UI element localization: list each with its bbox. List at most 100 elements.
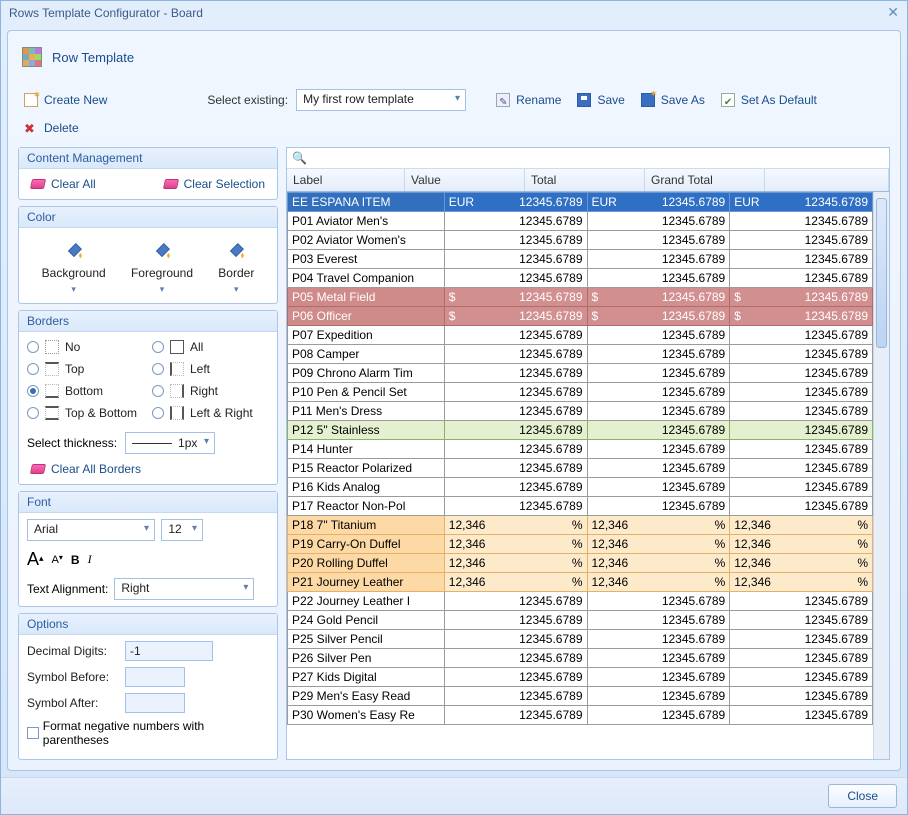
thickness-value: 1px: [178, 436, 197, 450]
border-no-radio[interactable]: No: [27, 340, 144, 354]
set-default-button[interactable]: Set As Default: [717, 91, 821, 109]
create-new-button[interactable]: Create New: [20, 91, 111, 109]
border-left-icon: [170, 362, 184, 376]
paint-bucket-icon: [62, 240, 86, 262]
border-right-label: Right: [190, 384, 218, 398]
content-area: Row Template Create New Select existing:…: [7, 30, 901, 771]
clear-all-button[interactable]: Clear All: [27, 175, 100, 193]
table-row[interactable]: P02 Aviator Women's12345.678912345.67891…: [288, 231, 873, 250]
text-alignment-select[interactable]: Right: [114, 578, 254, 600]
foreground-color-label: Foreground: [131, 266, 193, 280]
table-row[interactable]: P29 Men's Easy Read12345.678912345.67891…: [288, 687, 873, 706]
table-row[interactable]: P26 Silver Pen12345.678912345.678912345.…: [288, 649, 873, 668]
table-row[interactable]: P20 Rolling Duffel12,346%12,346%12,346%: [288, 554, 873, 573]
text-alignment-value: Right: [121, 581, 149, 595]
border-left-right-icon: [170, 406, 184, 420]
save-button[interactable]: Save: [573, 91, 628, 109]
table-row[interactable]: P18 7" Titanium12,346%12,346%12,346%: [288, 516, 873, 535]
rename-button[interactable]: Rename: [492, 91, 565, 109]
border-all-label: All: [190, 340, 203, 354]
table-row[interactable]: P24 Gold Pencil12345.678912345.678912345…: [288, 611, 873, 630]
template-select-value: My first row template: [303, 92, 414, 106]
foreground-color-button[interactable]: Foreground: [131, 240, 193, 295]
font-size-select[interactable]: 12: [161, 519, 203, 541]
clear-all-borders-button[interactable]: Clear All Borders: [27, 460, 145, 478]
table-row[interactable]: P30 Women's Easy Re12345.678912345.67891…: [288, 706, 873, 725]
table-row[interactable]: EE ESPANA ITEMEUR12345.6789EUR12345.6789…: [288, 193, 873, 212]
select-existing-label: Select existing:: [207, 93, 288, 107]
table-row[interactable]: P11 Men's Dress12345.678912345.678912345…: [288, 402, 873, 421]
table-row[interactable]: P04 Travel Companion12345.678912345.6789…: [288, 269, 873, 288]
bold-button[interactable]: B: [71, 553, 80, 567]
table-row[interactable]: P10 Pen & Pencil Set12345.678912345.6789…: [288, 383, 873, 402]
italic-button[interactable]: I: [88, 552, 92, 567]
new-document-icon: [24, 93, 38, 107]
decimal-digits-label: Decimal Digits:: [27, 644, 119, 658]
clear-selection-button[interactable]: Clear Selection: [160, 175, 269, 193]
color-panel: Color Background Foreground: [18, 206, 278, 304]
table-row[interactable]: P16 Kids Analog12345.678912345.678912345…: [288, 478, 873, 497]
template-select[interactable]: My first row template: [296, 89, 466, 111]
table-row[interactable]: P12 5" Stainless12345.678912345.67891234…: [288, 421, 873, 440]
table-row[interactable]: P25 Silver Pencil12345.678912345.6789123…: [288, 630, 873, 649]
border-top-icon: [45, 362, 59, 376]
decrease-font-button[interactable]: A▾: [52, 554, 63, 566]
create-new-label: Create New: [44, 93, 107, 107]
options-panel: Options Decimal Digits: Symbol Before: S…: [18, 613, 278, 760]
table-row[interactable]: P22 Journey Leather I12345.678912345.678…: [288, 592, 873, 611]
left-sidebar: Content Management Clear All Clear Selec…: [18, 147, 278, 760]
table-row[interactable]: P05 Metal Field$12345.6789$12345.6789$12…: [288, 288, 873, 307]
table-row[interactable]: P08 Camper12345.678912345.678912345.6789: [288, 345, 873, 364]
table-row[interactable]: P27 Kids Digital12345.678912345.67891234…: [288, 668, 873, 687]
window-close-button[interactable]: ✕: [887, 4, 899, 21]
rename-icon: [496, 93, 510, 107]
save-as-button[interactable]: Save As: [637, 91, 709, 109]
delete-button[interactable]: Delete: [20, 119, 83, 137]
scrollbar-thumb[interactable]: [876, 198, 887, 348]
table-row[interactable]: P03 Everest12345.678912345.678912345.678…: [288, 250, 873, 269]
font-family-select[interactable]: Arial: [27, 519, 155, 541]
clear-all-borders-label: Clear All Borders: [51, 462, 141, 476]
eraser-icon: [163, 179, 179, 189]
symbol-before-input[interactable]: [125, 667, 185, 687]
search-icon[interactable]: [292, 151, 307, 165]
font-family-value: Arial: [34, 522, 58, 536]
paint-bucket-icon: [150, 240, 174, 262]
symbol-before-label: Symbol Before:: [27, 670, 119, 684]
text-alignment-label: Text Alignment:: [27, 582, 108, 596]
col-grand-total[interactable]: Grand Total: [645, 169, 765, 191]
table-row[interactable]: P07 Expedition12345.678912345.678912345.…: [288, 326, 873, 345]
col-value[interactable]: Value: [405, 169, 525, 191]
table-row[interactable]: P14 Hunter12345.678912345.678912345.6789: [288, 440, 873, 459]
border-color-button[interactable]: Border: [218, 240, 254, 295]
table-row[interactable]: P01 Aviator Men's12345.678912345.6789123…: [288, 212, 873, 231]
border-bottom-radio[interactable]: Bottom: [27, 384, 144, 398]
border-top-radio[interactable]: Top: [27, 362, 144, 376]
table-row[interactable]: P21 Journey Leather12,346%12,346%12,346%: [288, 573, 873, 592]
background-color-button[interactable]: Background: [42, 240, 106, 295]
table-row[interactable]: P09 Chrono Alarm Tim12345.678912345.6789…: [288, 364, 873, 383]
table-row[interactable]: P06 Officer$12345.6789$12345.6789$12345.…: [288, 307, 873, 326]
border-left-radio[interactable]: Left: [152, 362, 269, 376]
col-total[interactable]: Total: [525, 169, 645, 191]
decimal-digits-input[interactable]: [125, 641, 213, 661]
vertical-scrollbar[interactable]: [873, 192, 889, 759]
border-lr-radio[interactable]: Left & Right: [152, 406, 269, 420]
row-template-icon: [22, 47, 42, 67]
grid-table[interactable]: EE ESPANA ITEMEUR12345.6789EUR12345.6789…: [287, 192, 873, 725]
clear-selection-label: Clear Selection: [184, 177, 265, 191]
font-panel-title: Font: [19, 492, 277, 513]
table-row[interactable]: P15 Reactor Polarized12345.678912345.678…: [288, 459, 873, 478]
symbol-after-input[interactable]: [125, 693, 185, 713]
negative-parentheses-checkbox[interactable]: [27, 727, 39, 739]
table-row[interactable]: P17 Reactor Non-Pol12345.678912345.67891…: [288, 497, 873, 516]
thickness-select[interactable]: 1px: [125, 432, 215, 454]
border-tb-radio[interactable]: Top & Bottom: [27, 406, 144, 420]
close-button[interactable]: Close: [828, 784, 897, 808]
col-label[interactable]: Label: [287, 169, 405, 191]
increase-font-button[interactable]: A▴: [27, 549, 44, 570]
border-all-radio[interactable]: All: [152, 340, 269, 354]
border-all-icon: [170, 340, 184, 354]
table-row[interactable]: P19 Carry-On Duffel12,346%12,346%12,346%: [288, 535, 873, 554]
border-right-radio[interactable]: Right: [152, 384, 269, 398]
